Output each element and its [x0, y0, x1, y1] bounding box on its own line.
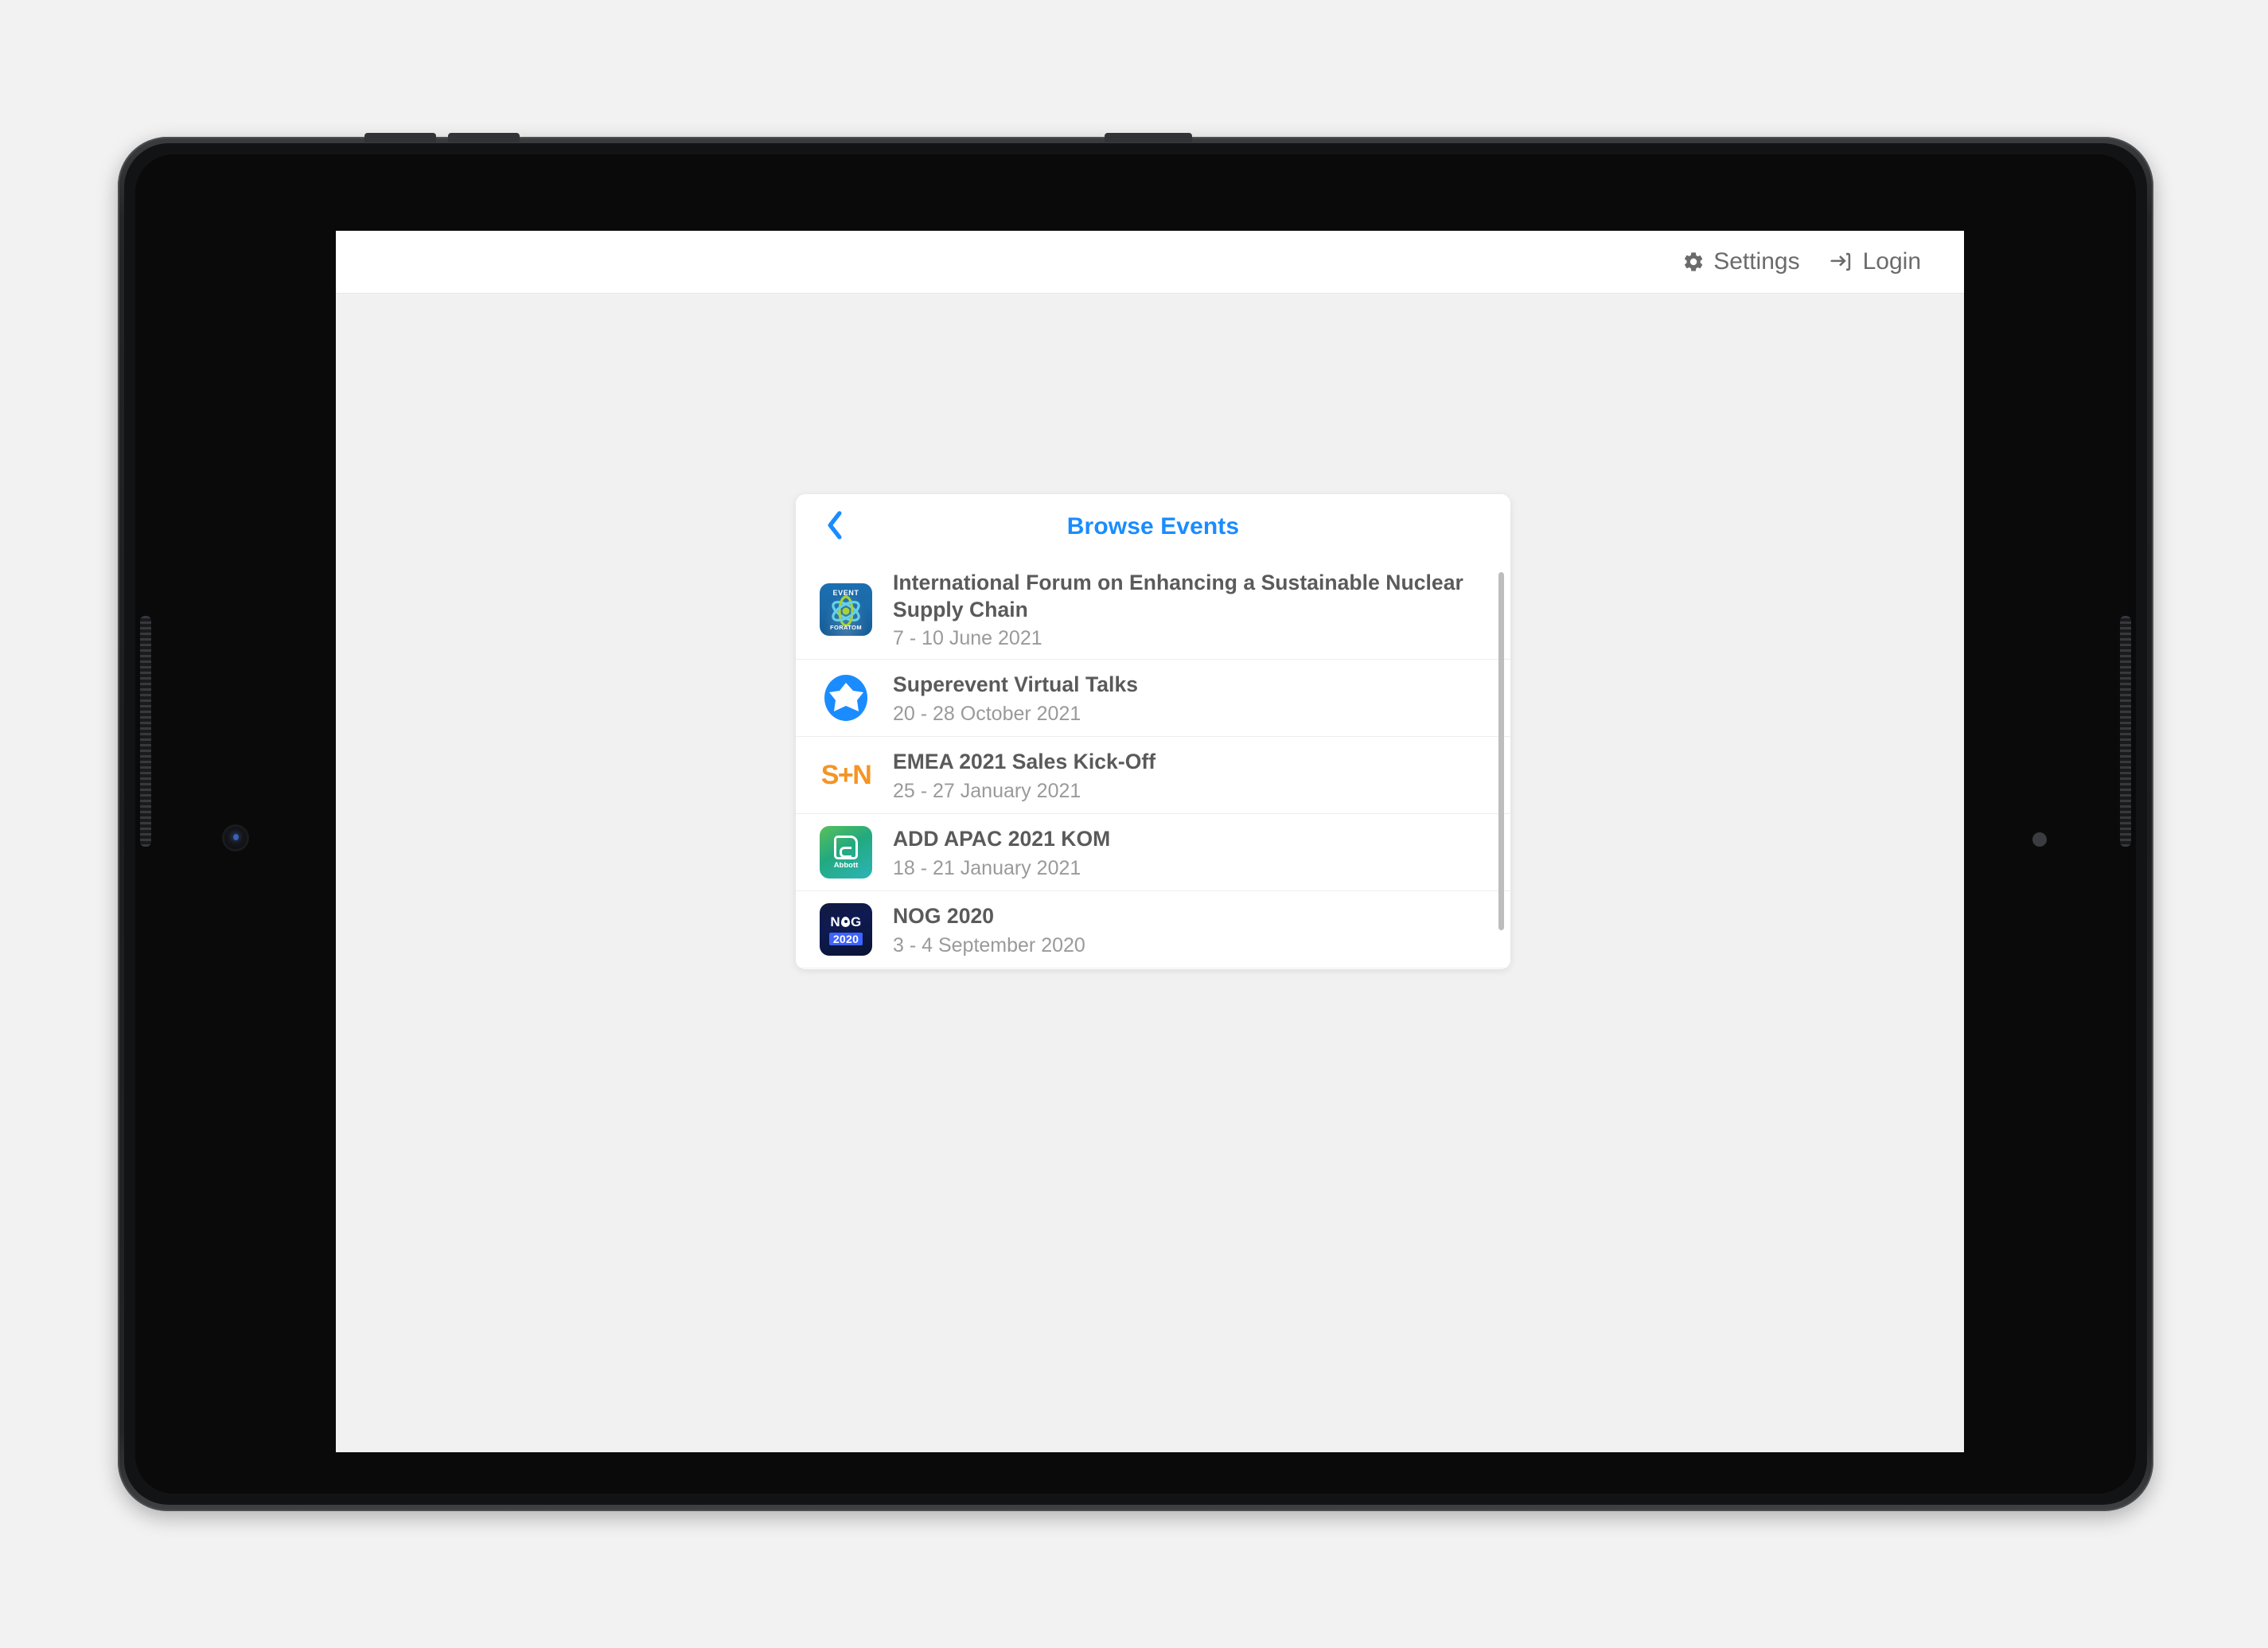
abbott-logo: Abbott [820, 826, 872, 879]
sn-logo-text: S+N [820, 759, 872, 790]
event-list-scroll-track[interactable] [1498, 559, 1504, 969]
login-label: Login [1862, 248, 1921, 275]
volume-button-down[interactable] [448, 133, 520, 142]
foratom-event-logo: EVENT FORATOM [820, 582, 872, 636]
event-date: 7 - 10 June 2021 [893, 627, 1042, 650]
list-item-text: International Forum on Enhancing a Susta… [893, 570, 1479, 649]
list-item[interactable]: VIRTUAL VENUE GCB Mitgliederversammlung … [796, 968, 1510, 969]
list-item[interactable]: EVENT FORATOM International Forum on Enh… [796, 559, 1510, 659]
page-title: Browse Events [1066, 513, 1240, 540]
settings-label: Settings [1713, 248, 1800, 275]
abbott-a-mark-icon [834, 835, 858, 859]
card-header: Browse Events [796, 494, 1510, 559]
power-button[interactable] [1105, 133, 1192, 142]
speaker-grille-left [140, 616, 151, 847]
list-item[interactable]: S+N EMEA 2021 Sales Kick-Off 25 - 27 Jan… [796, 736, 1510, 813]
list-item-text: NOG 2020 3 - 4 September 2020 [893, 903, 1085, 956]
volume-button-up[interactable] [364, 133, 436, 142]
event-date: 20 - 28 October 2021 [893, 702, 1081, 725]
event-title: EMEA 2021 Sales Kick-Off [893, 750, 1156, 774]
nog-logo: NG 2020 [820, 903, 872, 956]
back-button[interactable] [820, 508, 850, 545]
event-title: International Forum on Enhancing a Susta… [893, 570, 1463, 621]
tablet-screen: Settings Login Browse Events EVENT FORAT… [336, 231, 1964, 1452]
sn-logo: S+N [820, 749, 872, 801]
sign-in-icon [1830, 251, 1854, 273]
abbott-logo-text: Abbott [833, 860, 859, 870]
list-item[interactable]: NG 2020 NOG 2020 3 - 4 September 2020 [796, 890, 1510, 968]
event-date: 3 - 4 September 2020 [893, 933, 1085, 956]
event-list[interactable]: EVENT FORATOM International Forum on Enh… [796, 559, 1510, 969]
app-topbar: Settings Login [336, 231, 1964, 293]
ambient-light-sensor-icon [2032, 832, 2047, 847]
superevent-star-logo [820, 672, 872, 724]
device-inner-shell: Settings Login Browse Events EVENT FORAT… [124, 143, 2147, 1505]
list-item[interactable]: Abbott ADD APAC 2021 KOM 18 - 21 January… [796, 813, 1510, 890]
list-item-text: ADD APAC 2021 KOM 18 - 21 January 2021 [893, 826, 1110, 879]
list-item-text: Superevent Virtual Talks 20 - 28 October… [893, 672, 1138, 724]
event-list-scroll-thumb[interactable] [1498, 572, 1504, 930]
settings-button[interactable]: Settings [1682, 248, 1800, 275]
nog-logo-text: NG [830, 914, 862, 929]
map-pin-icon [841, 917, 851, 927]
event-title: ADD APAC 2021 KOM [893, 827, 1111, 851]
event-title: NOG 2020 [893, 904, 995, 929]
speaker-grille-right [2120, 616, 2131, 847]
list-item[interactable]: Superevent Virtual Talks 20 - 28 October… [796, 659, 1510, 736]
event-title: Superevent Virtual Talks [893, 672, 1139, 697]
list-item-text: EMEA 2021 Sales Kick-Off 25 - 27 January… [893, 749, 1155, 801]
login-button[interactable]: Login [1830, 250, 1921, 274]
device-bezel: Settings Login Browse Events EVENT FORAT… [135, 154, 2136, 1494]
event-date: 18 - 21 January 2021 [893, 856, 1081, 879]
gear-icon [1682, 251, 1705, 273]
chevron-left-icon [825, 509, 844, 545]
event-date: 25 - 27 January 2021 [893, 779, 1081, 802]
front-camera-icon [224, 827, 247, 849]
tablet-device: Settings Login Browse Events EVENT FORAT… [118, 133, 2153, 1511]
browse-events-card: Browse Events EVENT FORATOM Internationa… [796, 494, 1510, 969]
nog-logo-year: 2020 [828, 932, 863, 945]
